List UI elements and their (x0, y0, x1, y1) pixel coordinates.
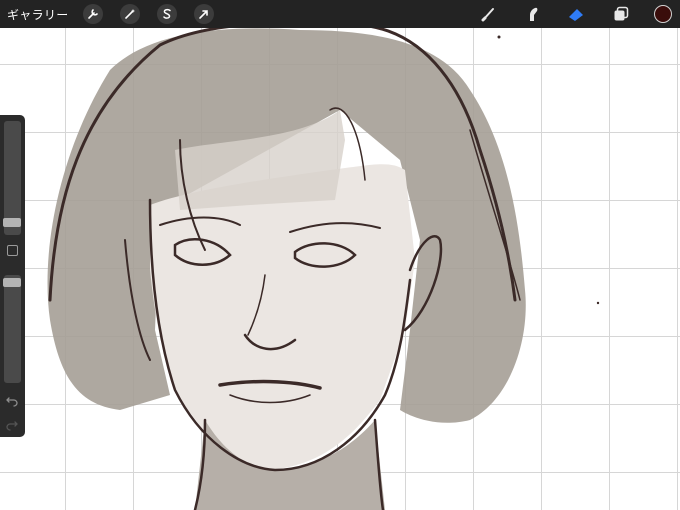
drawing-canvas[interactable] (0, 0, 680, 510)
arrow-cursor-icon[interactable] (193, 4, 214, 24)
portrait-sketch (47, 20, 600, 510)
magic-wand-icon[interactable] (119, 4, 140, 24)
opacity-handle[interactable] (3, 278, 21, 287)
wrench-icon[interactable] (82, 4, 103, 24)
redo-icon[interactable] (5, 417, 19, 431)
selection-s-icon[interactable] (156, 4, 177, 24)
gallery-button[interactable]: ギャラリー (7, 6, 69, 23)
undo-icon[interactable] (5, 393, 19, 407)
color-swatch[interactable] (652, 0, 674, 28)
left-sidebar (0, 115, 25, 437)
eraser-icon[interactable] (566, 0, 586, 28)
brush-icon[interactable] (479, 0, 499, 28)
modify-button[interactable] (7, 245, 18, 256)
top-toolbar: ギャラリー (0, 0, 680, 28)
smudge-icon[interactable] (523, 0, 543, 28)
opacity-slider[interactable] (3, 275, 21, 383)
brush-size-handle[interactable] (3, 218, 21, 227)
brush-size-slider[interactable] (3, 121, 21, 235)
layers-icon[interactable] (611, 0, 631, 28)
